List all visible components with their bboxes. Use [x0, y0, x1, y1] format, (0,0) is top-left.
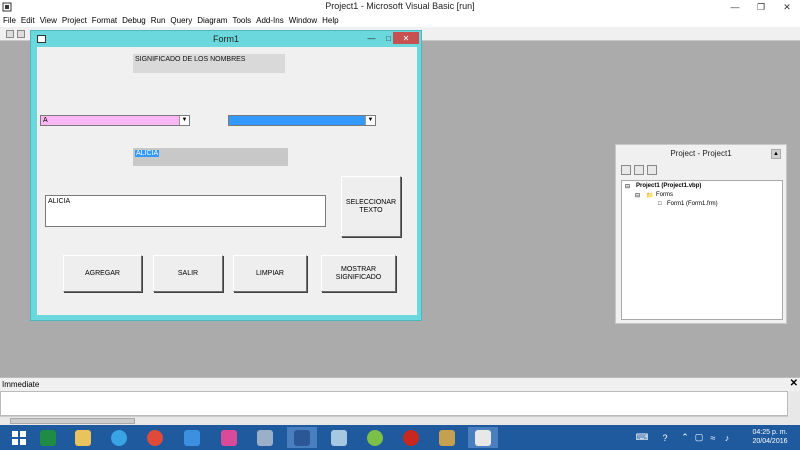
taskbar: ⌨ ? ⌃ ▢ ≈ ♪ 04:25 p. m. 20/04/2016 — [0, 425, 800, 450]
form1-title-bar: Form1 — □ ✕ — [31, 31, 421, 47]
pin-icon[interactable]: ▲ — [771, 149, 781, 159]
volume-icon[interactable]: ♪ — [720, 429, 734, 446]
form-file-icon: □ — [658, 201, 662, 207]
view-object-icon[interactable] — [634, 165, 644, 175]
chevron-down-icon[interactable]: ▼ — [179, 116, 189, 125]
minimize-button[interactable]: — — [722, 0, 748, 14]
start-icon — [12, 430, 26, 445]
toolbar-icon[interactable] — [17, 30, 25, 38]
form1-title: Form1 — [212, 34, 239, 44]
restore-button[interactable]: ❐ — [748, 0, 774, 14]
menu-help[interactable]: Help — [322, 16, 338, 25]
meanings-combobox[interactable]: ▼ — [228, 115, 376, 126]
internet-explorer-icon[interactable] — [104, 427, 134, 448]
project-tree: ⊟ Project1 (Project1.vbp) ⊟ 📁 Forms □ Fo… — [621, 180, 783, 320]
menu-run[interactable]: Run — [151, 16, 166, 25]
close-button[interactable]: ✕ — [774, 0, 800, 14]
app-icon[interactable] — [214, 427, 244, 448]
system-clock[interactable]: 04:25 p. m. 20/04/2016 — [744, 428, 796, 446]
tree-project-node[interactable]: Project1 (Project1.vbp) — [636, 183, 701, 189]
file-explorer-icon[interactable] — [68, 427, 98, 448]
ide-title: Project1 - Microsoft Visual Basic [run] — [325, 1, 475, 11]
menu-format[interactable]: Format — [92, 16, 117, 25]
mostrar-significado-button[interactable]: MOSTRAR SIGNIFICADO — [321, 255, 396, 292]
immediate-title: Immediate — [2, 380, 40, 389]
label-significado: SIGNIFICADO DE LOS NOMBRES — [133, 54, 285, 73]
menu-tools[interactable]: Tools — [232, 16, 251, 25]
battery-icon[interactable]: ▢ — [692, 429, 706, 446]
vertical-scrollbar[interactable] — [788, 391, 800, 425]
names-combobox[interactable]: A ▼ — [40, 115, 190, 126]
excel-icon[interactable] — [33, 427, 63, 448]
menu-project[interactable]: Project — [62, 16, 87, 25]
chevron-down-icon[interactable]: ▼ — [365, 116, 375, 125]
tree-form-node[interactable]: Form1 (Form1.frm) — [667, 201, 718, 207]
project-explorer-panel: Project - Project1 ▲ ⊟ Project1 (Project… — [615, 144, 787, 324]
menu-add-ins[interactable]: Add-Ins — [256, 16, 284, 25]
collapse-icon[interactable]: ⊟ — [625, 183, 630, 190]
scroll-thumb[interactable] — [10, 418, 135, 424]
seleccionar-texto-button[interactable]: SELECCIONAR TEXTO — [341, 176, 401, 237]
tools-icon[interactable] — [432, 427, 462, 448]
menu-file[interactable]: File — [3, 16, 16, 25]
form1-client-area: SIGNIFICADO DE LOS NOMBRES A ▼ ▼ ALICIA … — [37, 47, 417, 315]
name-textbox[interactable]: ALICIA — [45, 195, 326, 227]
close-icon[interactable]: ✕ — [790, 378, 798, 389]
limpiar-button[interactable]: LIMPIAR — [233, 255, 307, 292]
menu-edit[interactable]: Edit — [21, 16, 35, 25]
notepad-icon[interactable] — [324, 427, 354, 448]
cortona-icon[interactable] — [360, 427, 390, 448]
selected-text: ALICIA — [135, 150, 160, 157]
chrome-icon[interactable] — [140, 427, 170, 448]
toggle-folders-icon[interactable] — [647, 165, 657, 175]
ide-title-bar: Project1 - Microsoft Visual Basic [run] … — [0, 0, 800, 14]
form-close-button[interactable]: ✕ — [393, 32, 419, 44]
network-icon[interactable] — [250, 427, 280, 448]
menu-window[interactable]: Window — [289, 16, 317, 25]
menu-debug[interactable]: Debug — [122, 16, 146, 25]
dropbox-icon[interactable] — [177, 427, 207, 448]
form-minimize-button[interactable]: — — [364, 32, 379, 44]
immediate-window[interactable] — [0, 391, 788, 416]
clock-time: 04:25 p. m. — [752, 429, 788, 436]
help-icon[interactable]: ? — [656, 429, 674, 446]
agregar-button[interactable]: AGREGAR — [63, 255, 142, 292]
menu-diagram[interactable]: Diagram — [197, 16, 227, 25]
start-button[interactable] — [4, 427, 34, 448]
chevron-up-icon[interactable]: ⌃ — [678, 429, 692, 446]
name-display-label: ALICIA — [133, 148, 288, 166]
toolbar-icon[interactable] — [6, 30, 14, 38]
keyboard-icon[interactable]: ⌨ — [633, 429, 651, 446]
project-toolbar — [621, 165, 657, 177]
combo-value: A — [43, 117, 48, 124]
word-icon[interactable] — [287, 427, 317, 448]
vb6-icon[interactable] — [468, 427, 498, 448]
clock-date: 20/04/2016 — [752, 438, 788, 445]
menu-bar: File Edit View Project Format Debug Run … — [0, 14, 800, 27]
salir-button[interactable]: SALIR — [153, 255, 223, 292]
folder-icon: 📁 — [646, 193, 654, 199]
project-panel-title: Project - Project1 — [670, 149, 732, 158]
flash-icon[interactable] — [396, 427, 426, 448]
collapse-icon[interactable]: ⊟ — [635, 192, 640, 199]
immediate-window-title-bar: Immediate ✕ — [0, 377, 800, 391]
form1-window: Form1 — □ ✕ SIGNIFICADO DE LOS NOMBRES A… — [30, 30, 422, 321]
menu-query[interactable]: Query — [170, 16, 192, 25]
view-code-icon[interactable] — [621, 165, 631, 175]
tree-forms-node[interactable]: Forms — [656, 192, 673, 198]
wifi-icon[interactable]: ≈ — [706, 429, 720, 446]
menu-view[interactable]: View — [40, 16, 57, 25]
horizontal-scrollbar[interactable] — [0, 416, 788, 425]
